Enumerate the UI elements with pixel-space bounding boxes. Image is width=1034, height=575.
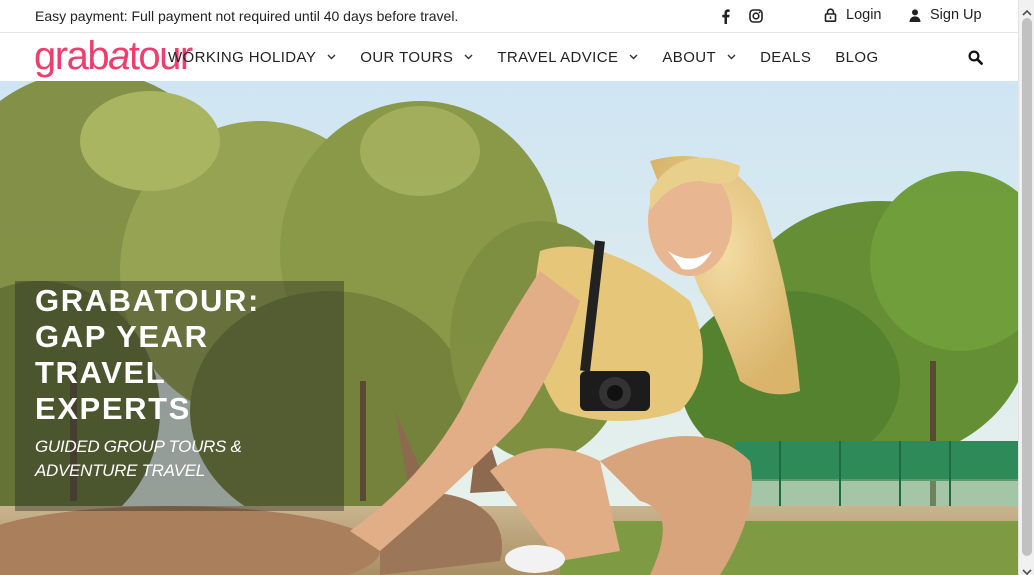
- main-navbar: grabatour WORKING HOLIDAY OUR TOURS TRAV…: [0, 33, 1018, 81]
- search-icon[interactable]: [968, 50, 984, 66]
- hero-title-line: GRABATOUR:: [35, 283, 260, 318]
- top-info-bar: Easy payment: Full payment not required …: [0, 0, 1018, 33]
- nav-travel-advice[interactable]: TRAVEL ADVICE: [497, 49, 638, 66]
- signup-label: Sign Up: [930, 7, 982, 23]
- login-link[interactable]: Login: [824, 7, 881, 23]
- primary-menu: WORKING HOLIDAY OUR TOURS TRAVEL ADVICE …: [168, 33, 903, 81]
- lock-icon: [824, 8, 837, 22]
- chevron-down-icon: [629, 54, 638, 60]
- page-scrollbar[interactable]: [1018, 0, 1034, 575]
- hero-subtitle-line: GUIDED GROUP TOURS &: [35, 437, 242, 456]
- chevron-down-icon: [727, 54, 736, 60]
- chevron-down-icon: [327, 54, 336, 60]
- nav-label: WORKING HOLIDAY: [168, 48, 317, 66]
- hero-title-line: TRAVEL: [35, 355, 167, 390]
- logo-text-a: a: [108, 34, 130, 78]
- payment-promo-text: Easy payment: Full payment not required …: [35, 8, 459, 24]
- scroll-down-arrow-icon[interactable]: [1022, 563, 1032, 575]
- nav-about[interactable]: ABOUT: [662, 49, 736, 66]
- nav-deals[interactable]: DEALS: [760, 49, 811, 66]
- scrollbar-thumb[interactable]: [1022, 18, 1032, 556]
- nav-label: DEALS: [760, 48, 812, 66]
- hero-title-line: EXPERTS: [35, 391, 191, 426]
- hero-title-line: GAP YEAR: [35, 319, 209, 354]
- nav-label: OUR TOURS: [360, 48, 454, 66]
- nav-blog[interactable]: BLOG: [835, 49, 878, 66]
- nav-working-holiday[interactable]: WORKING HOLIDAY: [168, 49, 336, 66]
- nav-label: TRAVEL ADVICE: [497, 48, 619, 66]
- nav-label: ABOUT: [662, 48, 717, 66]
- login-label: Login: [846, 7, 882, 23]
- nav-label: BLOG: [835, 48, 879, 66]
- hero-title: GRABATOUR: GAP YEAR TRAVEL EXPERTS: [35, 283, 335, 427]
- user-icon: [909, 8, 921, 22]
- hero-subtitle: GUIDED GROUP TOURS & ADVENTURE TRAVEL: [35, 435, 325, 483]
- facebook-icon[interactable]: [717, 8, 733, 24]
- instagram-icon[interactable]: [748, 8, 764, 24]
- hero-banner: GRABATOUR: GAP YEAR TRAVEL EXPERTS GUIDE…: [0, 81, 1018, 575]
- signup-link[interactable]: Sign Up: [909, 7, 982, 23]
- hero-subtitle-line: ADVENTURE TRAVEL: [35, 461, 205, 480]
- nav-our-tours[interactable]: OUR TOURS: [360, 49, 473, 66]
- chevron-down-icon: [464, 54, 473, 60]
- logo-text-grab: grab: [34, 34, 110, 78]
